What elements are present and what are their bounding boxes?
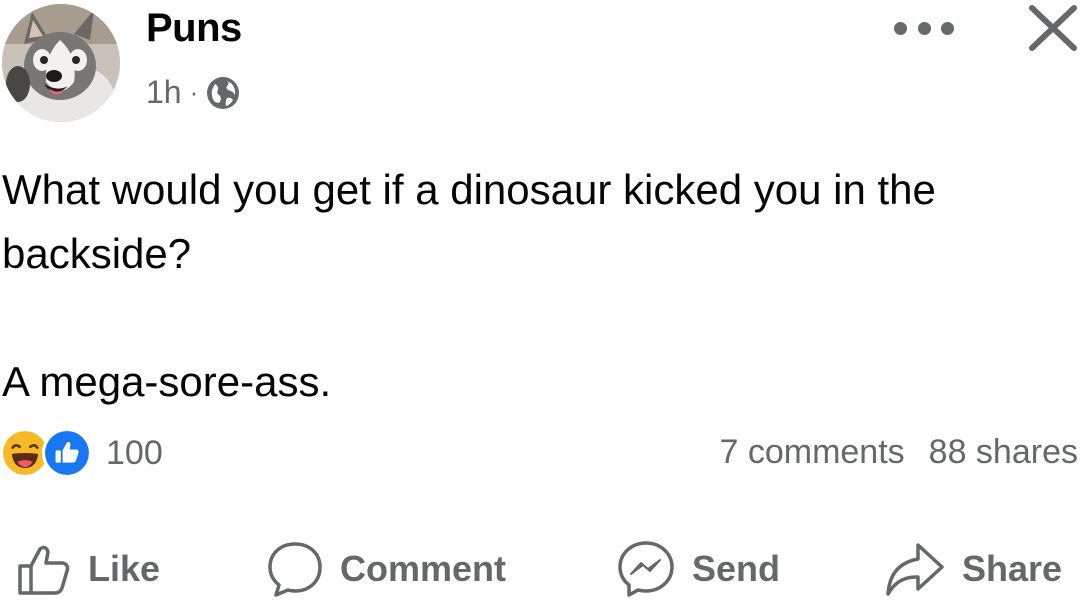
comment-label: Comment — [340, 548, 507, 589]
reactions-summary[interactable]: 100 — [0, 428, 163, 478]
post-action-bar: Like Comment Send Share — [0, 536, 1080, 602]
comments-count-link[interactable]: 7 comments — [719, 433, 904, 472]
more-horizontal-icon-dot — [894, 21, 907, 35]
more-options-button[interactable] — [888, 10, 960, 46]
send-label: Send — [692, 548, 781, 589]
engagement-stats: 7 comments 88 shares — [719, 433, 1078, 472]
share-label: Share — [962, 548, 1063, 589]
thumbs-up-icon — [18, 545, 70, 595]
post-body: What would you get if a dinosaur kicked … — [2, 158, 1074, 414]
post-timestamp[interactable]: 1h — [146, 74, 182, 111]
like-label: Like — [88, 548, 161, 589]
author-avatar[interactable] — [2, 4, 120, 122]
post-text-punchline: A mega-sore-ass. — [2, 358, 332, 405]
husky-avatar-image — [2, 4, 120, 122]
comment-button[interactable]: Comment — [266, 536, 506, 602]
reaction-count: 100 — [106, 433, 163, 472]
shares-count-link[interactable]: 88 shares — [929, 433, 1078, 472]
share-arrow-icon — [886, 543, 944, 596]
post-text-question: What would you get if a dinosaur kicked … — [2, 166, 936, 277]
comment-bubble-icon — [268, 542, 322, 597]
close-icon[interactable] — [1026, 0, 1080, 54]
messenger-icon — [618, 541, 674, 597]
author-name[interactable]: Puns — [146, 6, 242, 51]
like-reaction-icon — [42, 428, 92, 478]
meta-separator: · — [189, 77, 199, 107]
post-meta: 1h · — [146, 74, 240, 111]
globe-icon[interactable] — [206, 76, 240, 110]
share-button[interactable]: Share — [884, 536, 1062, 602]
like-button[interactable]: Like — [16, 536, 160, 602]
send-button[interactable]: Send — [616, 536, 780, 602]
more-horizontal-icon-dot — [941, 21, 954, 35]
more-horizontal-icon-dot — [917, 21, 931, 35]
